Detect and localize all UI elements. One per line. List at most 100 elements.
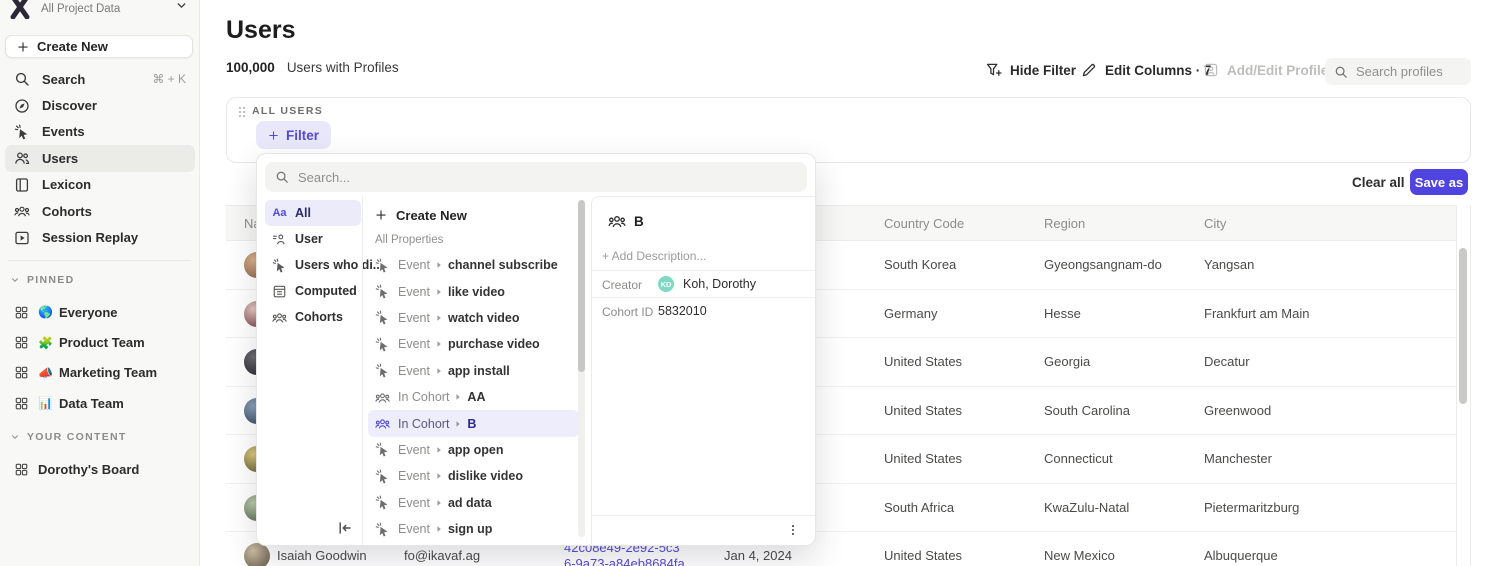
- chevron-right-icon: [435, 288, 443, 296]
- property-prefix: Event: [398, 364, 430, 378]
- sidebar-item-discover[interactable]: Discover: [5, 92, 195, 118]
- property-name: B: [467, 417, 476, 431]
- dropdown-search-input[interactable]: [298, 170, 797, 185]
- sidebar-item-data-team[interactable]: 📊 Data Team: [5, 388, 195, 418]
- column-header-country-code[interactable]: Country Code: [884, 206, 964, 242]
- property-name: like video: [448, 285, 505, 299]
- event-cursor-icon: [375, 310, 390, 325]
- property-prefix: Event: [398, 285, 430, 299]
- property-prefix: In Cohort: [398, 390, 449, 404]
- region-cell: Gyeongsangnam-do: [1044, 241, 1162, 290]
- filter-dropdown: Aa All User Users who di... Computed Coh…: [256, 153, 816, 546]
- pinned-section-header[interactable]: PINNED: [10, 274, 74, 286]
- sidebar-item-label: Discover: [42, 98, 97, 113]
- column-header-city[interactable]: City: [1204, 206, 1226, 242]
- category-item-all[interactable]: Aa All: [265, 200, 361, 226]
- property-name: channel subscribe: [448, 258, 558, 272]
- property-item-like-video[interactable]: Event like video: [368, 278, 579, 304]
- your-content-section-header[interactable]: YOUR CONTENT: [10, 431, 127, 443]
- property-item-dislike-video[interactable]: Event dislike video: [368, 463, 579, 489]
- sidebar-item-product-team[interactable]: 🧩 Product Team: [5, 327, 195, 357]
- sidebar-item-marketing-team[interactable]: 📣 Marketing Team: [5, 358, 195, 388]
- more-options-button[interactable]: [783, 520, 803, 540]
- property-name: watch video: [448, 311, 520, 325]
- sidebar-item-search[interactable]: Search ⌘ + K: [5, 66, 195, 92]
- chevron-right-icon: [454, 420, 462, 428]
- save-as-button[interactable]: Save as: [1410, 169, 1468, 195]
- cohort-icon: [375, 390, 390, 405]
- pinned-boards: 🌎 Everyone 🧩 Product Team 📣 Marketing Te…: [5, 297, 195, 419]
- category-list: Aa All User Users who di... Computed Coh…: [265, 200, 361, 330]
- property-item-purchase-video[interactable]: Event purchase video: [368, 331, 579, 357]
- property-item-in-cohort-b[interactable]: In Cohort B: [368, 410, 579, 436]
- add-filter-button[interactable]: Filter: [256, 121, 331, 149]
- property-item-app-open[interactable]: Event app open: [368, 437, 579, 463]
- creator-label: Creator: [602, 278, 642, 292]
- add-edit-profile-button[interactable]: Add/Edit Profile: [1203, 62, 1328, 78]
- list-scrollbar-thumb[interactable]: [578, 200, 585, 372]
- section-label: YOUR CONTENT: [27, 431, 127, 443]
- project-switcher[interactable]: Media All Project Data: [8, 0, 192, 25]
- category-item-cohorts[interactable]: Cohorts: [265, 304, 361, 330]
- sidebar-item-lexicon[interactable]: Lexicon: [5, 172, 195, 198]
- hide-filter-button[interactable]: Hide Filter: [986, 62, 1076, 78]
- cohort-detail-panel: B + Add Description... Creator KD Koh, D…: [591, 196, 815, 545]
- users-page: Media All Project Data Create New Search…: [0, 0, 1500, 566]
- add-description-button[interactable]: + Add Description...: [602, 249, 706, 263]
- sidebar-item-users[interactable]: Users: [5, 145, 195, 171]
- category-item-users-who-did[interactable]: Users who di...: [265, 252, 361, 278]
- board-label: Data Team: [59, 396, 124, 411]
- drag-handle-icon[interactable]: [238, 106, 246, 118]
- sidebar-item-everyone[interactable]: 🌎 Everyone: [5, 297, 195, 327]
- category-label: Computed: [295, 284, 357, 298]
- property-create-new[interactable]: Create New: [363, 202, 591, 228]
- profile-card-icon: [1203, 62, 1219, 78]
- sidebar-item-dorothys-board[interactable]: Dorothy's Board: [5, 454, 195, 484]
- column-header-region[interactable]: Region: [1044, 206, 1085, 242]
- board-icon: [14, 365, 29, 380]
- city-cell: Greenwood: [1204, 387, 1271, 436]
- property-item-app-install[interactable]: Event app install: [368, 358, 579, 384]
- dropdown-search-box: [265, 162, 807, 192]
- computed-icon: [272, 284, 287, 299]
- cohort-icon: [14, 203, 30, 219]
- board-label: Dorothy's Board: [38, 462, 139, 477]
- panel-divider: [592, 270, 815, 271]
- clear-all-button[interactable]: Clear all: [1352, 175, 1405, 190]
- collapse-panel-icon[interactable]: [337, 520, 353, 536]
- table-scrollbar[interactable]: [1459, 248, 1467, 404]
- region-cell: KwaZulu-Natal: [1044, 484, 1129, 533]
- property-prefix: Event: [398, 522, 430, 536]
- cohort-icon: [272, 310, 287, 325]
- cohort-icon: [375, 416, 390, 431]
- board-icon: [14, 396, 29, 411]
- list-scrollbar-track[interactable]: [578, 200, 585, 537]
- region-cell: Hesse: [1044, 290, 1081, 339]
- sidebar-item-session-replay[interactable]: Session Replay: [5, 224, 195, 250]
- plus-icon: [17, 41, 29, 53]
- region-cell: Georgia: [1044, 338, 1090, 387]
- sidebar-item-events[interactable]: Events: [5, 119, 195, 145]
- property-item-watch-video[interactable]: Event watch video: [368, 305, 579, 331]
- property-name: ad data: [448, 496, 492, 510]
- chevron-right-icon: [454, 393, 462, 401]
- edit-columns-button[interactable]: Edit Columns · 7: [1081, 62, 1212, 78]
- category-item-user[interactable]: User: [265, 226, 361, 252]
- category-item-computed[interactable]: Computed: [265, 278, 361, 304]
- sidebar-item-cohorts[interactable]: Cohorts: [5, 198, 195, 224]
- search-profiles-input[interactable]: [1356, 64, 1462, 79]
- section-label: PINNED: [27, 274, 74, 286]
- property-item-channel-subscribe[interactable]: Event channel subscribe: [368, 252, 579, 278]
- create-new-button[interactable]: Create New: [5, 35, 193, 58]
- country-cell: South Korea: [884, 241, 956, 290]
- create-new-label: Create New: [396, 208, 467, 223]
- sidebar-item-label: Cohorts: [42, 204, 92, 219]
- megaphone-emoji-icon: 📣: [38, 366, 53, 380]
- property-item-in-cohort-aa[interactable]: In Cohort AA: [368, 384, 579, 410]
- cohort-id-label: Cohort ID: [602, 305, 653, 319]
- property-name: app install: [448, 364, 510, 378]
- property-item-ad-data[interactable]: Event ad data: [368, 490, 579, 516]
- property-prefix: Event: [398, 496, 430, 510]
- your-content-boards: Dorothy's Board: [5, 454, 195, 484]
- property-item-sign-up[interactable]: Event sign up: [368, 516, 579, 542]
